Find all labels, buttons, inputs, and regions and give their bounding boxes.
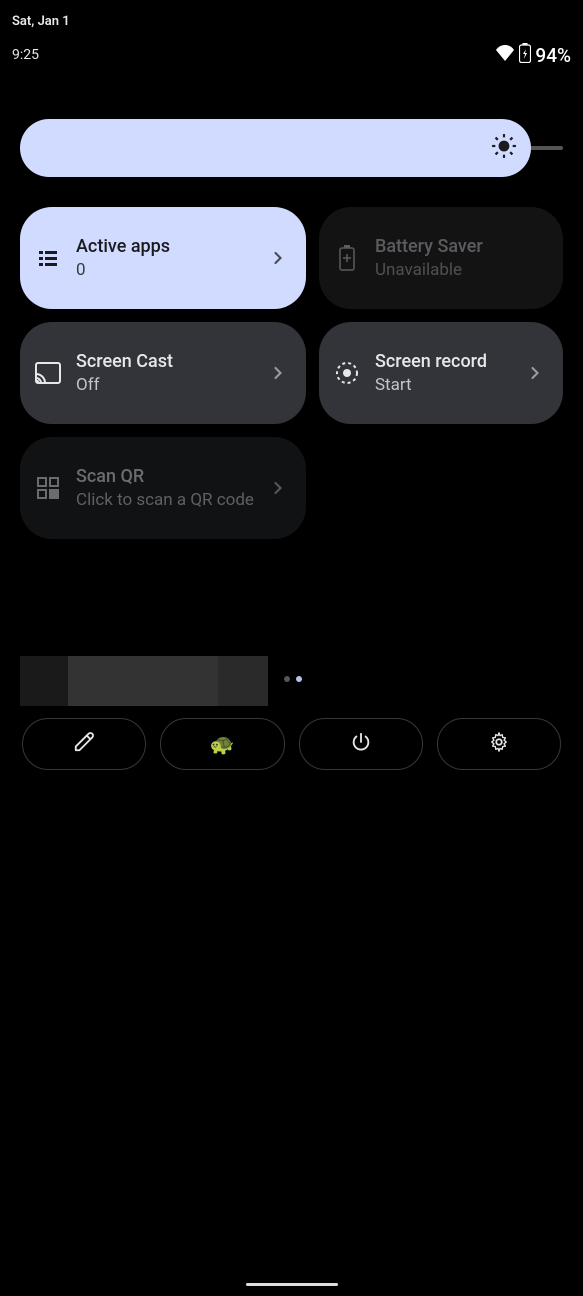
record-icon (333, 359, 361, 387)
list-icon (34, 244, 62, 272)
tile-title: Screen record (375, 351, 511, 372)
tile-subtitle: Start (375, 375, 511, 395)
status-time: 9:25 (12, 47, 39, 63)
tile-scan-qr[interactable]: Scan QR Click to scan a QR code (20, 437, 306, 539)
battery-charging-icon (519, 43, 531, 67)
tile-title: Scan QR (76, 466, 254, 487)
tile-subtitle: 0 (76, 260, 254, 280)
chevron-right-icon (268, 478, 288, 498)
tile-subtitle: Off (76, 375, 254, 395)
tile-subtitle: Unavailable (375, 260, 545, 280)
status-bar: 9:25 94% (0, 29, 583, 67)
tile-title: Active apps (76, 236, 254, 257)
gear-icon (488, 731, 510, 757)
brightness-track-extension (528, 146, 563, 150)
user-button[interactable]: 🐢 (160, 718, 284, 770)
turtle-avatar-icon: 🐢 (210, 732, 235, 756)
chevron-right-icon (268, 363, 288, 383)
cast-icon (34, 359, 62, 387)
wifi-icon (495, 45, 515, 65)
brightness-icon (491, 133, 517, 163)
tile-title: Battery Saver (375, 236, 545, 257)
tile-title: Screen Cast (76, 351, 254, 372)
power-icon (350, 731, 372, 757)
page-indicator (284, 676, 302, 682)
chevron-right-icon (268, 248, 288, 268)
brightness-slider[interactable] (20, 119, 531, 177)
qr-icon (34, 474, 62, 502)
tile-screen-record[interactable]: Screen record Start (319, 322, 563, 424)
edit-tiles-button[interactable] (22, 718, 146, 770)
tile-subtitle: Click to scan a QR code (76, 490, 254, 510)
media-output-card[interactable] (20, 656, 268, 706)
tile-battery-saver[interactable]: Battery Saver Unavailable (319, 207, 563, 309)
chevron-right-icon (525, 363, 545, 383)
brightness-row (0, 67, 583, 177)
tile-active-apps[interactable]: Active apps 0 (20, 207, 306, 309)
edit-icon (73, 731, 95, 757)
page-dot-1 (284, 676, 290, 682)
battery-icon (333, 244, 361, 272)
footer-actions: 🐢 (0, 706, 583, 770)
status-icons: 94% (495, 43, 571, 67)
status-date: Sat, Jan 1 (0, 0, 583, 29)
page-dot-2 (296, 676, 302, 682)
tile-screen-cast[interactable]: Screen Cast Off (20, 322, 306, 424)
quick-settings-tiles: Active apps 0 Battery Saver Unavailable … (0, 177, 583, 539)
navigation-handle[interactable] (246, 1283, 338, 1286)
battery-percent: 94% (535, 44, 571, 67)
settings-button[interactable] (437, 718, 561, 770)
power-button[interactable] (299, 718, 423, 770)
